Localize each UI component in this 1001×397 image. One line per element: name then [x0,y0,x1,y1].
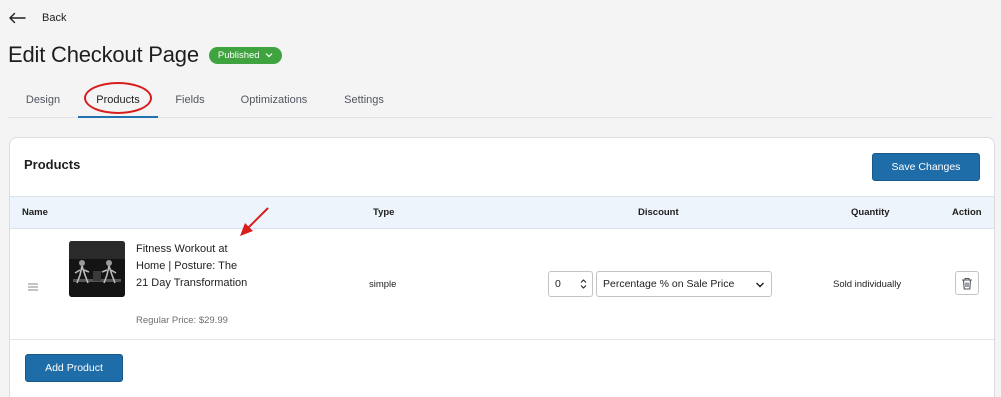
panel-header: Products Save Changes [10,138,994,196]
products-panel: Products Save Changes Name Type Discount… [9,137,995,397]
column-header-quantity: Quantity [851,207,890,218]
discount-type-value: Percentage % on Sale Price [603,278,735,290]
column-header-name: Name [22,207,48,218]
quantity-value: Sold individually [833,279,902,290]
page-title: Edit Checkout Page [8,42,199,67]
discount-value-input[interactable]: 0 [548,271,593,297]
save-changes-button[interactable]: Save Changes [872,153,980,181]
discount-value: 0 [555,278,561,290]
tab-optimizations[interactable]: Optimizations [222,82,326,117]
arrow-left-icon[interactable] [8,8,28,28]
tab-products[interactable]: Products [78,82,158,118]
tab-design[interactable]: Design [8,82,78,117]
chevron-down-icon [265,53,273,58]
add-product-button[interactable]: Add Product [25,354,123,382]
product-name: Fitness Workout at Home | Posture: The 2… [136,243,248,289]
product-price: Regular Price: $29.99 [136,315,228,326]
delete-button[interactable] [955,271,979,295]
status-label: Published [217,49,260,61]
tab-fields[interactable]: Fields [158,82,222,117]
back-label[interactable]: Back [42,12,66,24]
column-header-type: Type [373,207,395,218]
back-link[interactable]: Back [8,8,66,28]
tab-bar: Design Products Fields Optimizations Set… [8,82,993,118]
product-type: simple [369,279,397,290]
panel-title: Products [24,157,81,172]
spinner-icon[interactable] [580,278,587,290]
chevron-down-icon [756,282,764,288]
product-thumbnail [69,241,125,297]
discount-type-select[interactable]: Percentage % on Sale Price [596,271,772,297]
column-header-discount: Discount [638,207,679,218]
table-row: Fitness Workout at Home | Posture: The 2… [10,229,994,340]
column-header-action: Action [952,207,982,218]
status-dropdown[interactable]: Published [208,46,282,64]
table-header: Name Type Discount Quantity Action [10,196,994,229]
tab-settings[interactable]: Settings [326,82,402,117]
title-row: Edit Checkout Page Published [8,42,282,68]
drag-handle-icon[interactable] [27,279,39,291]
trash-icon [962,277,972,290]
